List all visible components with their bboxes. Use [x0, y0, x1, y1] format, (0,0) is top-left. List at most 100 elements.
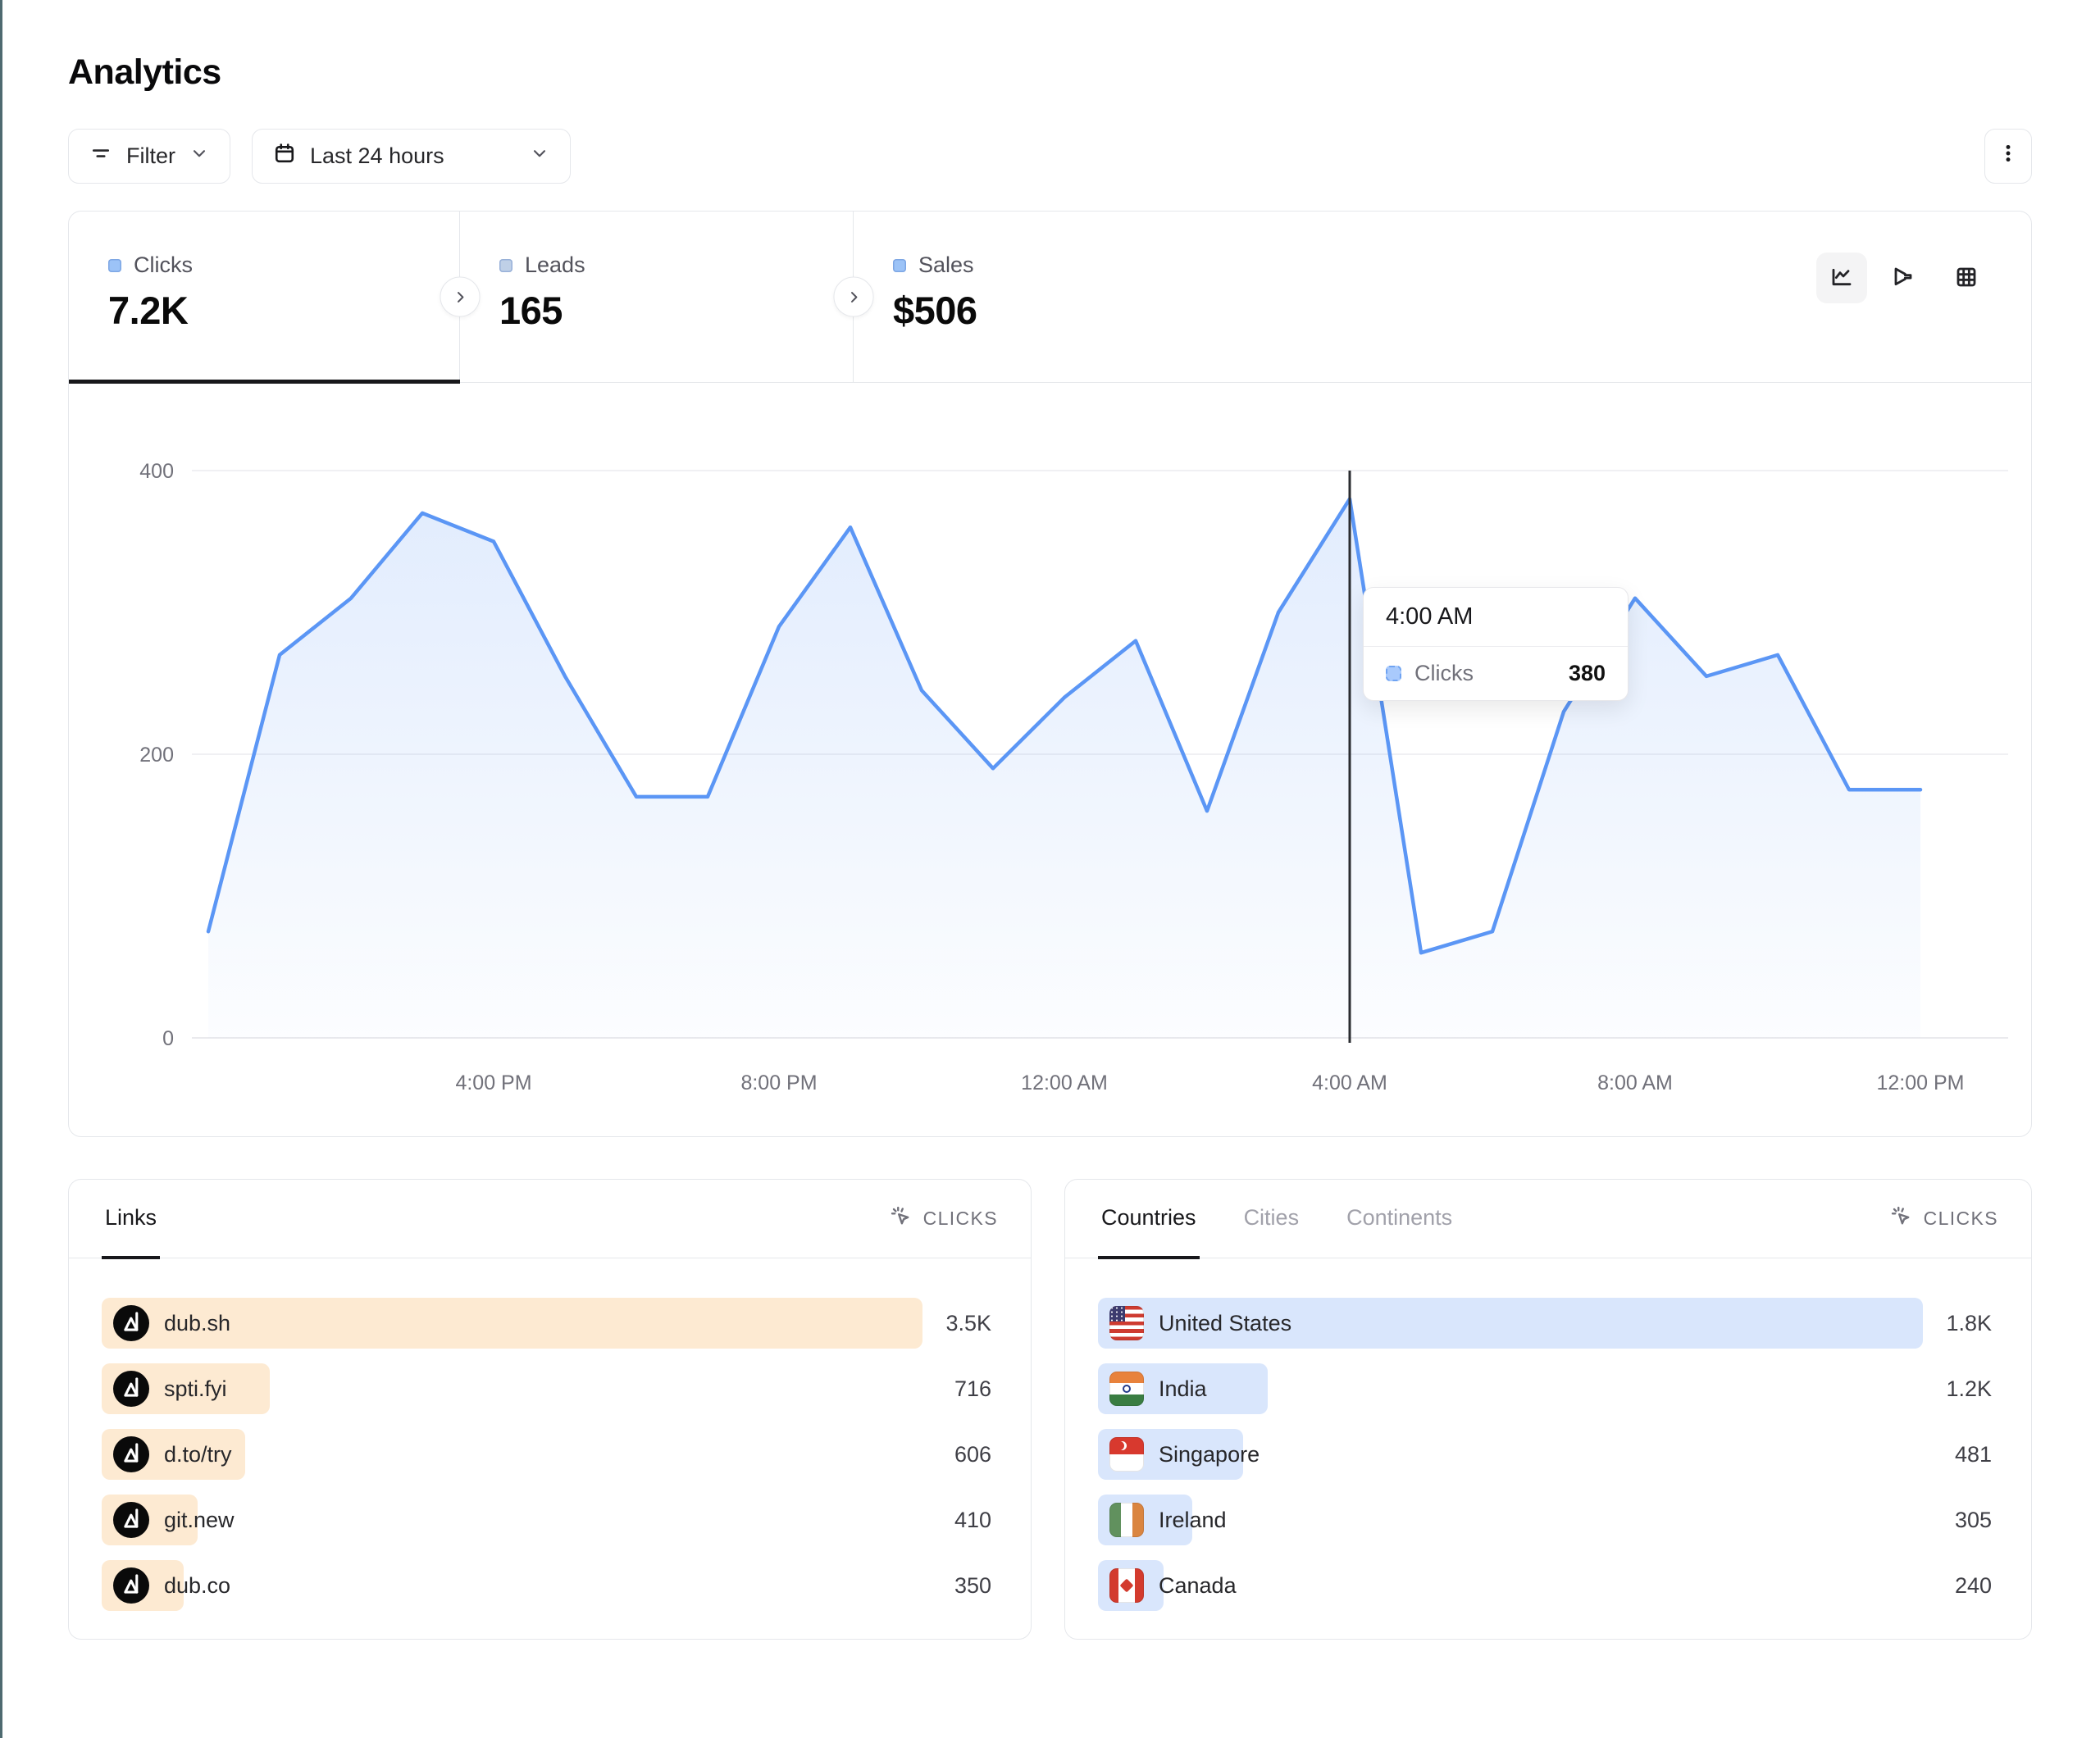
- link-name: git.new: [164, 1508, 235, 1533]
- x-tick-label: 8:00 PM: [740, 1071, 817, 1094]
- clicks-value: 1.8K: [1946, 1298, 1992, 1349]
- metric-tab-leads[interactable]: Leads 165: [460, 212, 854, 382]
- x-tick-label: 12:00 AM: [1021, 1071, 1108, 1094]
- date-range-button[interactable]: Last 24 hours: [252, 129, 571, 184]
- link-name: dub.sh: [164, 1311, 230, 1336]
- window-edge-accent: [0, 0, 2, 1738]
- country-row[interactable]: Ireland 305: [1098, 1495, 1992, 1545]
- clicks-metric-value: 7.2K: [108, 288, 459, 333]
- filter-lines-icon: [89, 141, 113, 171]
- clicks-legend-square: [108, 259, 121, 272]
- country-name: India: [1159, 1376, 1207, 1402]
- tooltip-series-label: Clicks: [1414, 661, 1474, 686]
- calendar-icon: [272, 141, 297, 171]
- country-name: Singapore: [1159, 1442, 1260, 1467]
- analytics-page: Analytics Filter Last 24 hou: [68, 0, 2032, 1640]
- filter-button[interactable]: Filter: [68, 129, 230, 184]
- link-row[interactable]: d.to/try606: [102, 1429, 991, 1480]
- funnel-chart-icon: [1891, 264, 1917, 293]
- cursor-click-icon: [889, 1204, 913, 1234]
- sg-flag-icon: [1109, 1437, 1144, 1472]
- tab-continents[interactable]: Continents: [1343, 1180, 1455, 1259]
- cursor-click-icon: [1889, 1204, 1914, 1234]
- links-list: dub.sh 3.5K spti.fyi716 d.to/try606 git.new 4…: [69, 1258, 1031, 1611]
- clicks-area-fill: [208, 499, 1920, 1038]
- in-flag-icon: [1109, 1372, 1144, 1406]
- link-row[interactable]: git.new 410: [102, 1495, 991, 1545]
- tooltip-time: 4:00 AM: [1364, 588, 1628, 647]
- y-tick-label: 0: [162, 1027, 174, 1050]
- chart-tooltip: 4:00 AM Clicks 380: [1363, 587, 1629, 701]
- leads-legend-square: [499, 259, 512, 272]
- us-flag-icon: [1109, 1306, 1144, 1340]
- country-row[interactable]: Canada 240: [1098, 1560, 1992, 1611]
- clicks-value: 305: [1955, 1495, 1992, 1545]
- kebab-menu-icon: [1997, 142, 2020, 171]
- more-options-button[interactable]: [1984, 129, 2032, 184]
- clicks-value: 481: [1955, 1429, 1992, 1480]
- dub-logo-icon: [113, 1371, 149, 1407]
- clicks-value: 240: [1955, 1560, 1992, 1611]
- tab-cities[interactable]: Cities: [1241, 1180, 1303, 1259]
- clicks-chart-area[interactable]: 02004004:00 PM8:00 PM12:00 AM4:00 AM8:00…: [69, 383, 2030, 1135]
- dub-logo-icon: [113, 1436, 149, 1472]
- table-view-button[interactable]: [1941, 253, 1992, 303]
- sales-metric-value: $506: [893, 288, 977, 333]
- chevron-down-icon: [189, 143, 210, 170]
- clicks-value: 3.5K: [945, 1298, 991, 1349]
- countries-metric-header-button[interactable]: CLICKS: [1889, 1180, 1998, 1258]
- country-row[interactable]: United States 1.8K: [1098, 1298, 1992, 1349]
- links-metric-header-button[interactable]: CLICKS: [889, 1180, 998, 1258]
- dub-logo-icon: [113, 1502, 149, 1538]
- x-tick-label: 8:00 AM: [1597, 1071, 1673, 1094]
- analytics-chart-card: Clicks 7.2K Leads 165 Sales $506: [68, 211, 2032, 1137]
- expand-clicks-chevron-button[interactable]: [440, 277, 481, 317]
- link-name: d.to/try: [164, 1442, 232, 1467]
- clicks-value: 716: [954, 1363, 991, 1414]
- x-tick-label: 12:00 PM: [1876, 1071, 1964, 1094]
- tooltip-value: 380: [1569, 661, 1606, 686]
- breakdown-panels: Links CLICKS dub.sh 3.5K spti.fyi716 d.to/t…: [68, 1179, 2032, 1640]
- country-name: Canada: [1159, 1573, 1237, 1599]
- clicks-value: 410: [954, 1495, 991, 1545]
- dub-logo-icon: [113, 1567, 149, 1604]
- countries-metric-header-label: CLICKS: [1924, 1208, 1998, 1230]
- dub-logo-icon: [113, 1305, 149, 1341]
- countries-panel: Countries Cities Continents CLICKS Unite…: [1064, 1179, 2032, 1640]
- links-panel: Links CLICKS dub.sh 3.5K spti.fyi716 d.to/t…: [68, 1179, 1032, 1640]
- tab-links[interactable]: Links: [102, 1180, 160, 1259]
- tooltip-legend-square: [1386, 666, 1401, 681]
- page-title: Analytics: [68, 52, 2032, 93]
- tab-countries[interactable]: Countries: [1098, 1180, 1200, 1259]
- countries-list: United States 1.8K India 1.2K Singapore 481 Ir…: [1065, 1258, 2031, 1611]
- sales-metric-label: Sales: [918, 253, 974, 278]
- country-name: Ireland: [1159, 1508, 1227, 1533]
- link-row[interactable]: dub.sh 3.5K: [102, 1298, 991, 1349]
- line-chart-view-button[interactable]: [1816, 253, 1867, 303]
- leads-metric-label: Leads: [525, 253, 585, 278]
- country-row[interactable]: India 1.2K: [1098, 1363, 1992, 1414]
- clicks-value: 350: [954, 1560, 991, 1611]
- y-tick-label: 400: [139, 460, 174, 483]
- chart-type-switcher: [1816, 253, 1992, 303]
- table-grid-icon: [1953, 264, 1979, 293]
- country-row[interactable]: Singapore 481: [1098, 1429, 1992, 1480]
- ca-flag-icon: [1109, 1568, 1144, 1603]
- x-tick-label: 4:00 PM: [455, 1071, 531, 1094]
- clicks-area-chart[interactable]: 02004004:00 PM8:00 PM12:00 AM4:00 AM8:00…: [69, 383, 2030, 1135]
- funnel-chart-view-button[interactable]: [1879, 253, 1929, 303]
- filter-button-label: Filter: [126, 143, 175, 169]
- sales-legend-square: [893, 259, 906, 272]
- clicks-metric-label: Clicks: [134, 253, 193, 278]
- expand-leads-chevron-button[interactable]: [834, 277, 874, 317]
- metric-tab-clicks[interactable]: Clicks 7.2K: [69, 212, 460, 382]
- links-metric-header-label: CLICKS: [923, 1208, 998, 1230]
- link-row[interactable]: dub.co350: [102, 1560, 991, 1611]
- ie-flag-icon: [1109, 1503, 1144, 1537]
- clicks-value: 1.2K: [1946, 1363, 1992, 1414]
- line-chart-icon: [1829, 264, 1855, 293]
- leads-metric-value: 165: [499, 288, 853, 333]
- date-range-label: Last 24 hours: [310, 143, 444, 169]
- country-name: United States: [1159, 1311, 1291, 1336]
- link-row[interactable]: spti.fyi716: [102, 1363, 991, 1414]
